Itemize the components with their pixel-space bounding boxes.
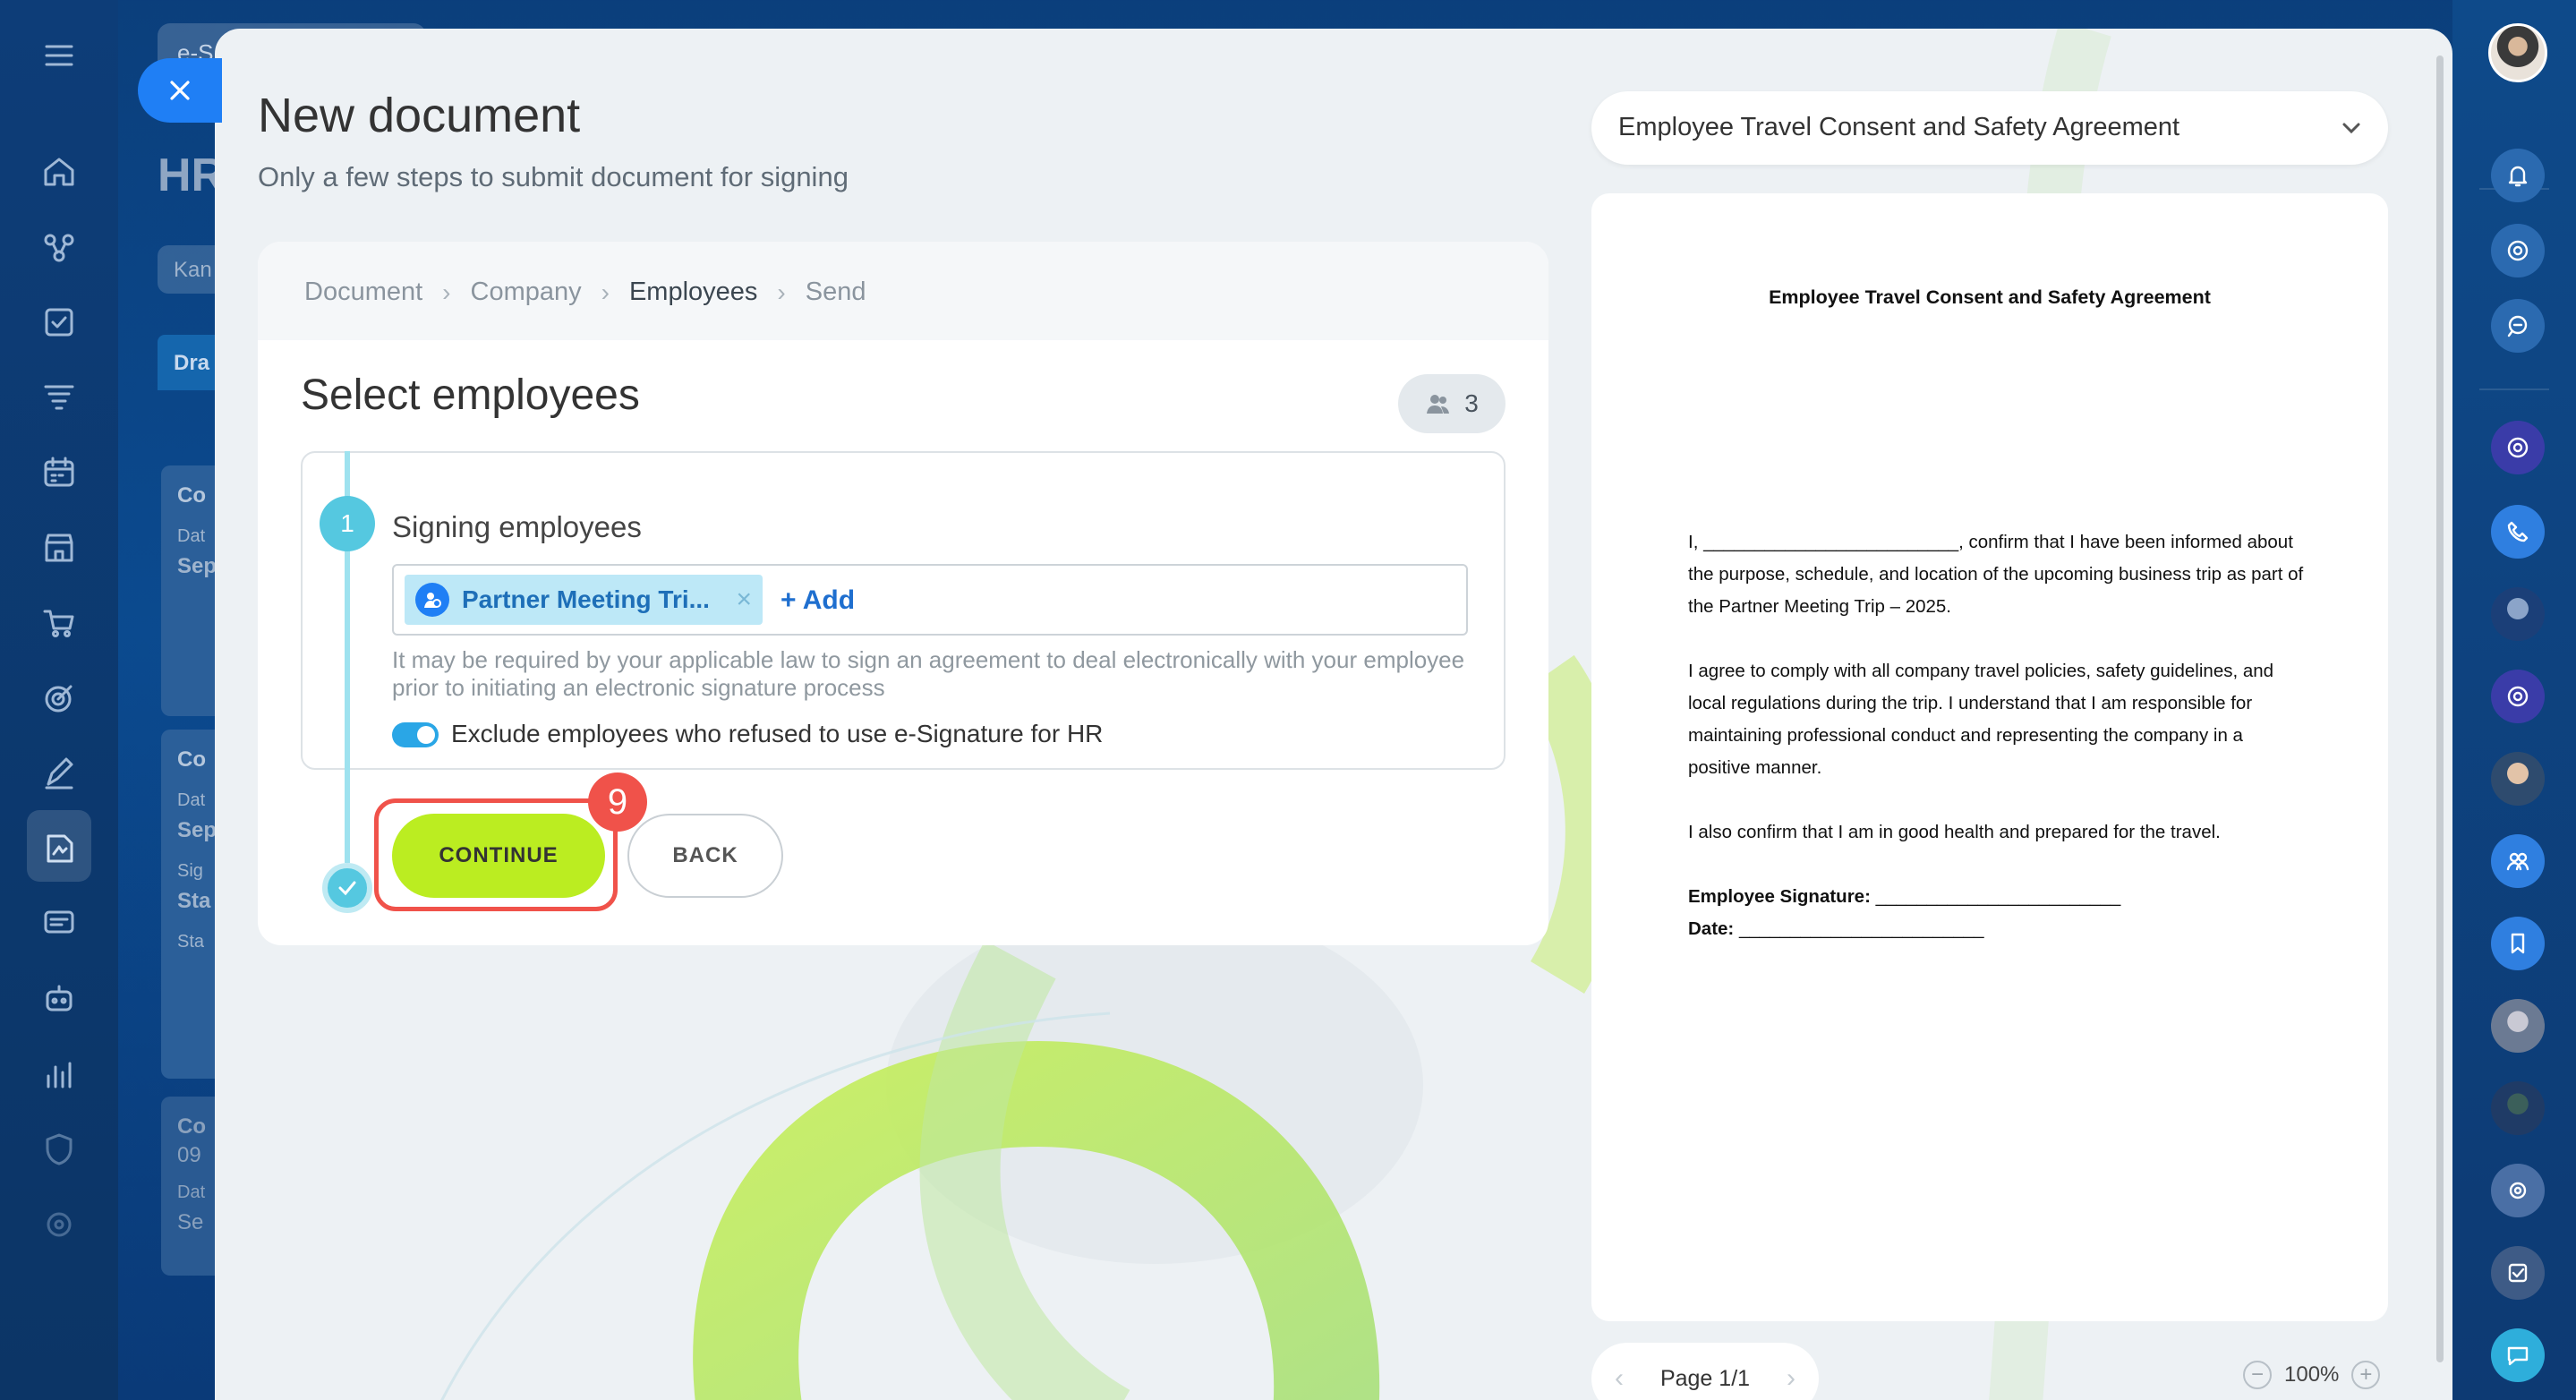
- page-subtitle: Only a few steps to submit document for …: [258, 161, 849, 192]
- bookmark-icon[interactable]: [2491, 917, 2545, 970]
- settings-avatar[interactable]: [2491, 1164, 2545, 1217]
- document-paragraph: I, _________________________, confirm th…: [1688, 532, 2304, 617]
- settings-icon[interactable]: [39, 1205, 79, 1244]
- step-employees[interactable]: Employees: [629, 277, 757, 307]
- step-document[interactable]: Document: [304, 277, 422, 307]
- zoom-in-icon[interactable]: +: [2351, 1361, 2381, 1389]
- sign-icon[interactable]: [39, 754, 79, 793]
- step-number-badge: 1: [320, 496, 375, 551]
- template-select-value: Employee Travel Consent and Safety Agree…: [1618, 113, 2180, 141]
- back-button[interactable]: BACK: [627, 814, 783, 898]
- exclude-refused-toggle[interactable]: [392, 722, 439, 747]
- shield-icon[interactable]: [39, 1130, 79, 1169]
- close-icon: [170, 81, 190, 100]
- chevron-right-icon: ›: [442, 277, 451, 306]
- new-document-slider: New document Only a few steps to submit …: [215, 29, 2452, 1400]
- chat-icon[interactable]: [39, 904, 79, 943]
- user-avatar[interactable]: [2488, 23, 2547, 82]
- store-icon[interactable]: [39, 528, 79, 568]
- funnel-icon[interactable]: [39, 378, 79, 417]
- support2-icon[interactable]: [2491, 670, 2545, 723]
- document-title: Employee Travel Consent and Safety Agree…: [1769, 286, 2211, 308]
- robot-icon[interactable]: [39, 979, 79, 1019]
- target-icon[interactable]: [39, 679, 79, 718]
- step-breadcrumb: Document › Company › Employees › Send: [258, 242, 1548, 340]
- document-preview: Employee Travel Consent and Safety Agree…: [1591, 193, 2388, 1321]
- calendar-icon[interactable]: [39, 453, 79, 492]
- check-icon[interactable]: [2491, 1246, 2545, 1300]
- close-slider-button[interactable]: [138, 58, 222, 123]
- callout-number-badge: 9: [588, 773, 647, 832]
- user-avatar[interactable]: [2491, 999, 2545, 1053]
- support-icon[interactable]: [2491, 421, 2545, 474]
- bell-icon[interactable]: [2491, 149, 2545, 202]
- zoom-level: 100%: [2284, 1362, 2340, 1387]
- document-paragraph: I also confirm that I am in good health …: [1688, 822, 2221, 842]
- continue-button[interactable]: CONTINUE: [392, 814, 605, 898]
- page-indicator: Page 1/1: [1659, 1365, 1751, 1391]
- section-title: Select employees: [301, 371, 640, 419]
- group-icon: [415, 583, 449, 617]
- zoom-out-icon[interactable]: −: [2243, 1361, 2272, 1389]
- chevron-right-icon: ›: [601, 277, 610, 306]
- page-title: New document: [258, 89, 581, 142]
- document-paragraph: I agree to comply with all company trave…: [1688, 661, 2274, 778]
- esign-icon[interactable]: [39, 829, 79, 868]
- chevron-right-icon: ›: [777, 277, 786, 306]
- toggle-knob: [417, 726, 435, 744]
- signature-line: Employee Signature: ____________________…: [1688, 886, 2121, 907]
- chevron-left-icon[interactable]: ‹: [1615, 1363, 1624, 1394]
- add-employee-link[interactable]: + Add: [780, 585, 855, 616]
- user-avatar[interactable]: [2491, 752, 2545, 806]
- employee-selector-field[interactable]: Partner Meeting Tri... × + Add: [392, 564, 1468, 636]
- group-icon[interactable]: [2491, 834, 2545, 888]
- remove-chip-icon[interactable]: ×: [736, 585, 752, 615]
- user-avatar[interactable]: [2491, 1081, 2545, 1135]
- selected-group-name: Partner Meeting Tri...: [462, 585, 710, 613]
- check-circle-icon: [322, 863, 372, 913]
- step-send[interactable]: Send: [806, 277, 866, 307]
- tasks-icon[interactable]: [39, 303, 79, 342]
- exclude-refused-label: Exclude employees who refused to use e-S…: [451, 720, 1104, 747]
- chat-bubble-icon[interactable]: [2491, 1328, 2545, 1382]
- home-icon[interactable]: [39, 152, 79, 192]
- page-navigator: ‹ Page 1/1 ›: [1591, 1343, 1819, 1400]
- template-select[interactable]: Employee Travel Consent and Safety Agree…: [1591, 91, 2388, 165]
- scrollbar[interactable]: [2436, 55, 2444, 1362]
- step-label: Signing employees: [392, 510, 642, 543]
- date-line: Date: ________________________: [1688, 918, 1984, 939]
- left-sidebar: [0, 0, 118, 1400]
- analytics-icon[interactable]: [39, 1054, 79, 1094]
- search-chat-icon[interactable]: [2491, 299, 2545, 353]
- chevron-down-icon: [2342, 123, 2360, 134]
- people-icon: [1427, 395, 1450, 414]
- chevron-right-icon[interactable]: ›: [1787, 1363, 1796, 1394]
- phone-icon[interactable]: [2491, 505, 2545, 559]
- step-company[interactable]: Company: [471, 277, 582, 307]
- selected-group-chip[interactable]: Partner Meeting Tri... ×: [405, 575, 763, 625]
- crm-icon[interactable]: [39, 227, 79, 267]
- employee-count-badge[interactable]: 3: [1398, 374, 1506, 433]
- cart-icon[interactable]: [39, 603, 79, 643]
- legal-note: It may be required by your applicable la…: [392, 646, 1465, 701]
- employee-count: 3: [1464, 389, 1479, 417]
- user-avatar[interactable]: [2491, 587, 2545, 641]
- menu-icon[interactable]: [39, 36, 79, 75]
- zoom-controls: − 100% +: [2243, 1361, 2381, 1389]
- at-icon[interactable]: [2491, 224, 2545, 277]
